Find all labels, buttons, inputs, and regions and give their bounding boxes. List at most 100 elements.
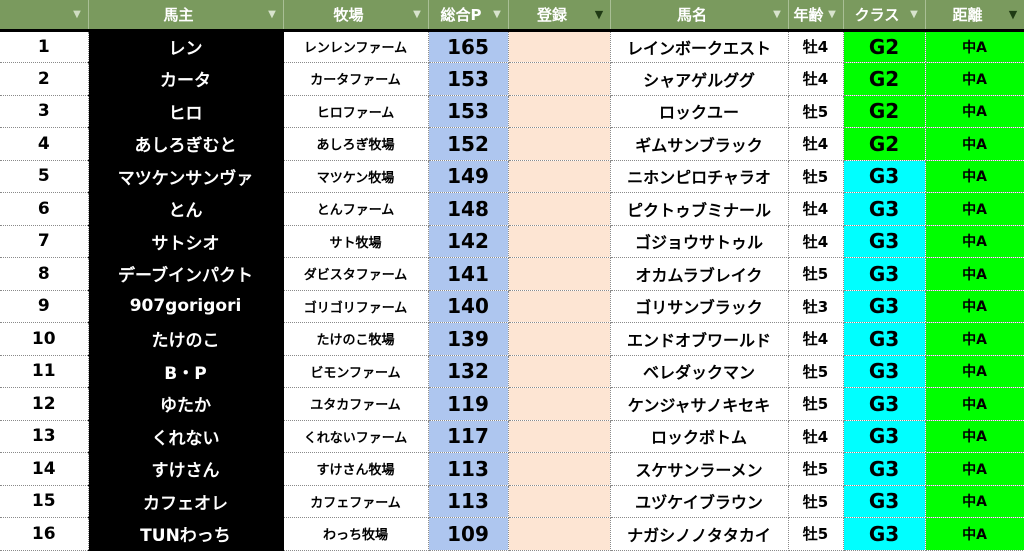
age-cell[interactable]: 牡4 (788, 127, 844, 161)
farm-cell[interactable]: くれないファーム (283, 420, 429, 453)
points-cell[interactable]: 109 (428, 517, 509, 551)
rank-cell[interactable]: 8 (0, 257, 89, 291)
registration-cell[interactable] (508, 160, 611, 193)
owner-cell[interactable]: レン (88, 30, 284, 63)
age-cell[interactable]: 牡5 (788, 387, 844, 421)
points-cell[interactable]: 142 (428, 225, 509, 258)
horse-name-cell[interactable]: ベレダックマン (610, 355, 789, 388)
rank-cell[interactable]: 16 (0, 517, 89, 551)
registration-cell[interactable] (508, 30, 611, 63)
horse-name-cell[interactable]: ケンジャサノキセキ (610, 387, 789, 421)
farm-cell[interactable]: マツケン牧場 (283, 160, 429, 193)
class-cell[interactable]: G3 (843, 452, 926, 486)
rank-cell[interactable]: 13 (0, 420, 89, 453)
age-cell[interactable]: 牡4 (788, 420, 844, 453)
horse-name-cell[interactable]: スケサンラーメン (610, 452, 789, 486)
farm-cell[interactable]: ビモンファーム (283, 355, 429, 388)
points-cell[interactable]: 149 (428, 160, 509, 193)
class-cell[interactable]: G2 (843, 95, 926, 128)
rank-cell[interactable]: 14 (0, 452, 89, 486)
owner-cell[interactable]: 907gorigori (88, 290, 284, 323)
class-cell[interactable]: G3 (843, 517, 926, 551)
filter-dropdown-icon[interactable]: ▼ (412, 9, 423, 20)
farm-cell[interactable]: カータファーム (283, 62, 429, 96)
farm-cell[interactable]: レンレンファーム (283, 30, 429, 63)
points-cell[interactable]: 139 (428, 322, 509, 356)
registration-cell[interactable] (508, 127, 611, 161)
age-cell[interactable]: 牡4 (788, 322, 844, 356)
age-cell[interactable]: 牡4 (788, 62, 844, 96)
age-cell[interactable]: 牡5 (788, 257, 844, 291)
farm-cell[interactable]: ユタカファーム (283, 387, 429, 421)
class-cell[interactable]: G3 (843, 387, 926, 421)
points-cell[interactable]: 141 (428, 257, 509, 291)
farm-cell[interactable]: わっち牧場 (283, 517, 429, 551)
age-cell[interactable]: 牡5 (788, 355, 844, 388)
horse-name-cell[interactable]: ゴリサンブラック (610, 290, 789, 323)
horse-name-cell[interactable]: ロックユー (610, 95, 789, 128)
farm-cell[interactable]: とんファーム (283, 192, 429, 226)
age-cell[interactable]: 牡5 (788, 517, 844, 551)
points-cell[interactable]: 152 (428, 127, 509, 161)
rank-cell[interactable]: 3 (0, 95, 89, 128)
registration-cell[interactable] (508, 452, 611, 486)
farm-cell[interactable]: たけのこ牧場 (283, 322, 429, 356)
age-cell[interactable]: 牡3 (788, 290, 844, 323)
distance-cell[interactable]: 中A (925, 452, 1024, 486)
rank-cell[interactable]: 2 (0, 62, 89, 96)
points-cell[interactable]: 165 (428, 30, 509, 63)
distance-cell[interactable]: 中A (925, 95, 1024, 128)
horse-name-cell[interactable]: ゴジョウサトゥル (610, 225, 789, 258)
distance-cell[interactable]: 中A (925, 290, 1024, 323)
filter-active-icon[interactable]: ▼ (1008, 9, 1019, 20)
horse-name-cell[interactable]: レインボークエスト (610, 30, 789, 63)
owner-cell[interactable]: マツケンサンヴァ (88, 160, 284, 193)
horse-name-cell[interactable]: ニホンピロチャラオ (610, 160, 789, 193)
class-cell[interactable]: G3 (843, 160, 926, 193)
horse-name-cell[interactable]: ナガシノノタタカイ (610, 517, 789, 551)
rank-cell[interactable]: 15 (0, 485, 89, 518)
age-cell[interactable]: 牡4 (788, 30, 844, 63)
age-cell[interactable]: 牡4 (788, 192, 844, 226)
owner-cell[interactable]: たけのこ (88, 322, 284, 356)
rank-cell[interactable]: 7 (0, 225, 89, 258)
registration-cell[interactable] (508, 485, 611, 518)
age-cell[interactable]: 牡5 (788, 452, 844, 486)
registration-cell[interactable] (508, 225, 611, 258)
owner-cell[interactable]: サトシオ (88, 225, 284, 258)
registration-cell[interactable] (508, 322, 611, 356)
age-cell[interactable]: 牡5 (788, 485, 844, 518)
points-cell[interactable]: 153 (428, 62, 509, 96)
farm-cell[interactable]: サト牧場 (283, 225, 429, 258)
points-cell[interactable]: 113 (428, 452, 509, 486)
filter-dropdown-icon[interactable]: ▼ (267, 9, 278, 20)
owner-cell[interactable]: くれない (88, 420, 284, 453)
filter-dropdown-icon[interactable]: ▼ (827, 9, 838, 20)
filter-dropdown-icon[interactable]: ▼ (72, 9, 83, 20)
distance-cell[interactable]: 中A (925, 192, 1024, 226)
registration-cell[interactable] (508, 95, 611, 128)
rank-cell[interactable]: 4 (0, 127, 89, 161)
owner-cell[interactable]: カフェオレ (88, 485, 284, 518)
registration-cell[interactable] (508, 290, 611, 323)
owner-cell[interactable]: ゆたか (88, 387, 284, 421)
registration-cell[interactable] (508, 387, 611, 421)
owner-cell[interactable]: ヒロ (88, 95, 284, 128)
horse-name-cell[interactable]: エンドオブワールド (610, 322, 789, 356)
distance-cell[interactable]: 中A (925, 322, 1024, 356)
distance-cell[interactable]: 中A (925, 62, 1024, 96)
registration-cell[interactable] (508, 62, 611, 96)
points-cell[interactable]: 132 (428, 355, 509, 388)
class-cell[interactable]: G3 (843, 355, 926, 388)
distance-cell[interactable]: 中A (925, 355, 1024, 388)
class-cell[interactable]: G3 (843, 485, 926, 518)
distance-cell[interactable]: 中A (925, 420, 1024, 453)
points-cell[interactable]: 119 (428, 387, 509, 421)
class-cell[interactable]: G3 (843, 290, 926, 323)
points-cell[interactable]: 148 (428, 192, 509, 226)
distance-cell[interactable]: 中A (925, 485, 1024, 518)
points-cell[interactable]: 153 (428, 95, 509, 128)
horse-name-cell[interactable]: シャアゲルググ (610, 62, 789, 96)
registration-cell[interactable] (508, 257, 611, 291)
distance-cell[interactable]: 中A (925, 387, 1024, 421)
